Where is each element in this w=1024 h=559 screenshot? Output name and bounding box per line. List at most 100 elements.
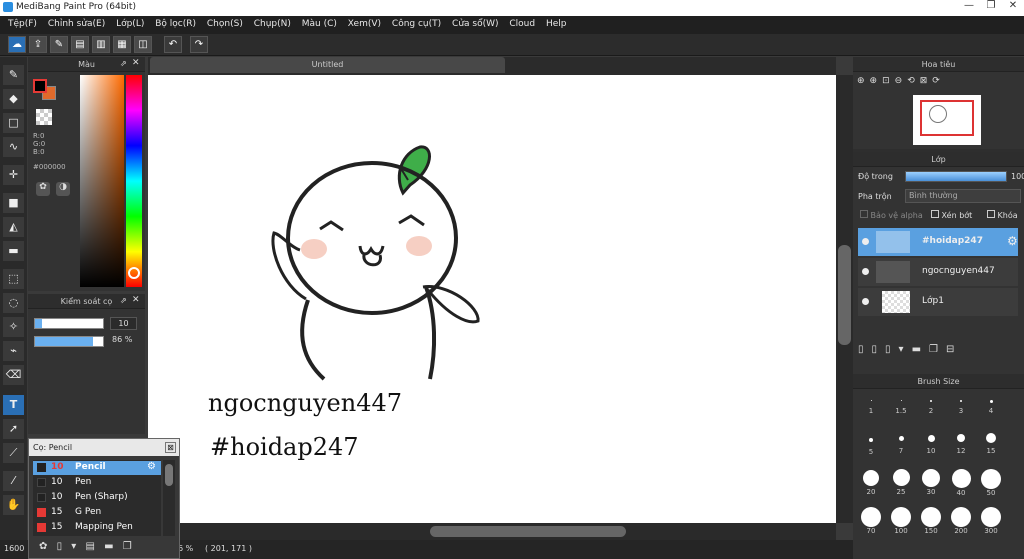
brush-tool-icon[interactable]: ✎ [3, 65, 24, 85]
brush-item-pen-sharp[interactable]: 10 Pen (Sharp) [33, 491, 161, 505]
rotate-left-icon[interactable]: ⟲ [907, 76, 920, 86]
horizontal-scroll-thumb[interactable] [430, 526, 626, 537]
layer-item-layer1[interactable]: Lớp1 [858, 288, 1018, 316]
brush-size-25[interactable]: 25 [886, 469, 916, 496]
menu-cloud[interactable]: Cloud [509, 16, 535, 32]
menu-snap[interactable]: Chụp(N) [254, 16, 291, 32]
horizontal-scrollbar[interactable] [148, 523, 836, 540]
lock-checkbox[interactable] [987, 210, 995, 218]
brush-size-15[interactable]: 15 [976, 433, 1006, 455]
brush-size-2[interactable]: 2 [916, 400, 946, 415]
layer-visibility-icon[interactable] [862, 268, 869, 275]
brush-menu-icon[interactable]: ▾ [71, 541, 76, 552]
layer-opacity-slider[interactable] [905, 171, 1007, 182]
grid-icon[interactable]: ▦ [113, 36, 131, 53]
brush-size-200[interactable]: 200 [946, 507, 976, 535]
brush-size-1-5[interactable]: 1.5 [886, 400, 916, 415]
magic-wand-icon[interactable]: ✧ [3, 317, 24, 337]
brush-list-close-icon[interactable]: ⊠ [165, 442, 176, 453]
hand-tool-icon[interactable]: ✋ [3, 495, 24, 515]
panel-close-icon[interactable]: ✕ [132, 295, 140, 305]
saturation-value-picker[interactable] [80, 75, 124, 287]
brush-size-12[interactable]: 12 [946, 434, 976, 455]
merge-layer-icon[interactable]: ⊟ [946, 344, 962, 355]
layer-visibility-icon[interactable] [862, 238, 869, 245]
panel-close-icon[interactable]: ✕ [132, 58, 140, 68]
move-tool-icon[interactable]: ✛ [3, 165, 24, 185]
close-button[interactable]: ✕ [1002, 0, 1024, 14]
rotate-right-icon[interactable]: ⟳ [932, 76, 945, 86]
layer-folder-icon[interactable]: ▬ [912, 344, 929, 355]
zoom-out-icon[interactable]: ⊖ [895, 76, 908, 86]
fill-shape-icon[interactable]: ■ [3, 193, 24, 213]
brush-item-g-pen[interactable]: 15 G Pen [33, 506, 161, 520]
select-eraser-icon[interactable]: ⌫ [3, 365, 24, 385]
comment-icon[interactable]: ✎ [50, 36, 68, 53]
palette-icon[interactable]: ✿ [36, 182, 50, 196]
brush-folder-icon[interactable]: ▬ [104, 541, 113, 552]
new-layer-1bit-icon[interactable]: ▯ [885, 344, 899, 355]
panel-icon[interactable]: ◫ [134, 36, 152, 53]
brush-doc-icon[interactable]: ▤ [86, 541, 95, 552]
navigator-preview[interactable] [913, 95, 981, 145]
cloud-icon[interactable]: ☁ [8, 36, 26, 53]
undock-icon[interactable]: ⇗ [120, 296, 127, 305]
new-brush-icon[interactable]: ▯ [57, 541, 63, 552]
menu-window[interactable]: Cửa sổ(W) [452, 16, 498, 32]
menu-filter[interactable]: Bộ lọc(R) [155, 16, 196, 32]
undo-icon[interactable]: ↶ [164, 36, 182, 53]
minimize-button[interactable]: — [958, 0, 980, 14]
page-icon[interactable]: ▤ [71, 36, 89, 53]
document-icon[interactable]: ▥ [92, 36, 110, 53]
zoom-reset-icon[interactable]: ⊕ [857, 76, 870, 86]
vector-tool-icon[interactable]: ∿ [3, 137, 24, 157]
menu-color[interactable]: Màu (C) [302, 16, 337, 32]
gradient-tool-icon[interactable]: ▬ [3, 241, 24, 261]
brush-size-300[interactable]: 300 [976, 507, 1006, 535]
eraser-tool-icon[interactable]: ◆ [3, 89, 24, 109]
brush-size-150[interactable]: 150 [916, 507, 946, 535]
vertical-scrollbar[interactable] [836, 75, 853, 523]
select-lasso-icon[interactable]: ◌ [3, 293, 24, 313]
hue-handle[interactable] [128, 267, 140, 279]
brush-size-70[interactable]: 70 [856, 507, 886, 535]
transparent-color-swatch[interactable] [36, 109, 52, 125]
bucket-tool-icon[interactable]: ◭ [3, 217, 24, 237]
redo-icon[interactable]: ↷ [190, 36, 208, 53]
navigator-viewport[interactable] [920, 100, 974, 136]
menu-file[interactable]: Tệp(F) [8, 16, 37, 32]
brush-size-50[interactable]: 50 [976, 469, 1006, 497]
new-layer-8bit-icon[interactable]: ▯ [872, 344, 886, 355]
menu-help[interactable]: Help [546, 16, 567, 32]
brush-settings-gear-icon[interactable]: ⚙ [147, 461, 156, 472]
layer-item-ngocnguyen447[interactable]: ngocnguyen447 [858, 258, 1018, 286]
blend-mode-select[interactable]: Bình thường [905, 189, 1021, 203]
protect-alpha-checkbox[interactable] [860, 210, 868, 218]
duplicate-layer-icon[interactable]: ❐ [929, 344, 946, 355]
size-value[interactable]: 10 [110, 317, 137, 330]
brush-list-scroll-thumb[interactable] [165, 464, 173, 486]
brush-duplicate-icon[interactable]: ❐ [123, 541, 132, 552]
zoom-in-icon[interactable]: ⊕ [870, 76, 883, 86]
operation-tool-icon[interactable]: ➚ [3, 419, 24, 439]
brush-add-icon[interactable]: ✿ [39, 541, 47, 552]
color-swap-icon[interactable]: ◑ [56, 182, 70, 196]
brush-size-30[interactable]: 30 [916, 469, 946, 496]
layer-add-menu-icon[interactable]: ▾ [899, 344, 912, 355]
fit-icon[interactable]: ⊡ [882, 76, 895, 86]
text-tool-icon[interactable]: T [3, 395, 24, 415]
brush-size-7[interactable]: 7 [886, 436, 916, 455]
menu-tools[interactable]: Công cụ(T) [392, 16, 441, 32]
share-icon[interactable]: ⇪ [29, 36, 47, 53]
brush-size-100[interactable]: 100 [886, 507, 916, 535]
primary-color-swatch[interactable] [33, 79, 47, 93]
size-slider[interactable] [34, 318, 104, 329]
brush-size-3[interactable]: 3 [946, 400, 976, 415]
layer-visibility-icon[interactable] [862, 298, 869, 305]
brush-size-1[interactable]: 1 [856, 400, 886, 415]
flip-icon[interactable]: ⊠ [920, 76, 933, 86]
layer-item-hoidap247[interactable]: #hoidap247 ⚙ [858, 228, 1018, 256]
brush-item-mapping-pen[interactable]: 15 Mapping Pen [33, 521, 161, 535]
brush-size-4[interactable]: 4 [976, 400, 1006, 415]
brush-size-40[interactable]: 40 [946, 469, 976, 497]
